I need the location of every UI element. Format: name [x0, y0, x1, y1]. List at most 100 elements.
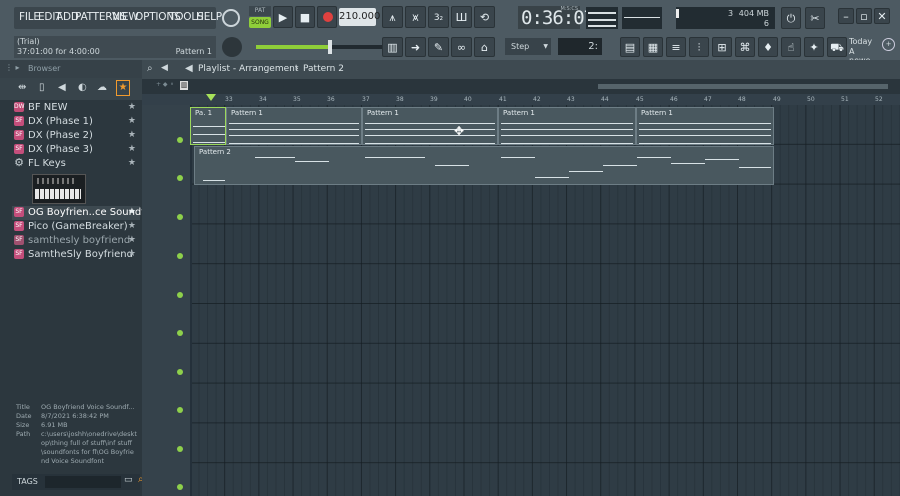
- star-icon[interactable]: ★: [128, 221, 136, 231]
- browser-item[interactable]: SF DX (Phase 1) ★: [14, 116, 140, 130]
- news-panel[interactable]: Today A newe...: [849, 37, 883, 65]
- tools-icon[interactable]: ✂: [805, 7, 825, 29]
- browser-item[interactable]: SF samthesly boyfriend ★: [14, 235, 140, 249]
- pencil-icon[interactable]: ✎: [428, 37, 449, 57]
- soundfont-icon: SF: [14, 116, 24, 126]
- timeline-ruler[interactable]: [142, 94, 900, 105]
- master-volume-knob[interactable]: [222, 9, 240, 27]
- info-date-key: Date: [16, 412, 32, 420]
- play-button[interactable]: ▶: [273, 6, 293, 28]
- track-mute-led[interactable]: [177, 175, 183, 181]
- hat-icon[interactable]: ⌂: [474, 37, 495, 57]
- mixer-icon[interactable]: ⫶: [689, 37, 709, 57]
- globe-icon[interactable]: ◐: [78, 82, 87, 93]
- clip-label: Pattern 1: [641, 109, 673, 117]
- maximize-icon[interactable]: ▫: [856, 8, 872, 24]
- horizontal-scrollbar[interactable]: [598, 84, 888, 89]
- browser-item[interactable]: DW BF NEW ★: [14, 102, 140, 116]
- song-position-marker[interactable]: [206, 94, 216, 101]
- file-icon[interactable]: ▯: [39, 82, 45, 93]
- star-icon[interactable]: ★: [128, 116, 136, 126]
- browser-item[interactable]: SF Pico (GameBreaker) ★: [14, 221, 140, 235]
- pattern-clip[interactable]: Pattern 1: [636, 107, 774, 145]
- menu-file[interactable]: FILE: [19, 11, 40, 23]
- snap-selector[interactable]: Step ▼: [505, 38, 551, 55]
- track-mute-led[interactable]: [177, 330, 183, 336]
- arrow-left-icon[interactable]: ◀: [185, 63, 193, 74]
- power-icon[interactable]: ⏻: [781, 7, 801, 29]
- track-mute-led[interactable]: [177, 484, 183, 490]
- speaker-icon[interactable]: ◀: [161, 63, 168, 73]
- track-mute-led[interactable]: [177, 253, 183, 259]
- folder-icon[interactable]: ▭: [124, 475, 133, 485]
- playlist-icon[interactable]: ▤: [620, 37, 640, 57]
- browser-item[interactable]: SF DX (Phase 2) ★: [14, 130, 140, 144]
- browser-item[interactable]: ⚙ FL Keys ★: [14, 157, 140, 172]
- touch-icon[interactable]: ☝: [781, 37, 801, 57]
- star-icon[interactable]: ★: [128, 130, 136, 140]
- speaker-icon[interactable]: ◀: [58, 82, 66, 93]
- track-mute-led[interactable]: [177, 369, 183, 375]
- link-icon[interactable]: ∞: [451, 37, 472, 57]
- plugin-picker-icon[interactable]: ⌘: [735, 37, 755, 57]
- track-mute-led[interactable]: [177, 446, 183, 452]
- star-icon[interactable]: ★: [128, 158, 136, 168]
- tempo-tapper-icon[interactable]: ✦: [804, 37, 824, 57]
- time-unit: M:S:CS: [560, 6, 578, 12]
- track-mute-led[interactable]: [177, 137, 183, 143]
- track-mute-led[interactable]: [177, 407, 183, 413]
- record-button[interactable]: [317, 6, 337, 28]
- song-mode-toggle[interactable]: SONG: [249, 17, 271, 28]
- star-icon[interactable]: ★: [128, 102, 136, 112]
- browser-icon[interactable]: ⊞: [712, 37, 732, 57]
- step-edit-icon[interactable]: Ш: [451, 6, 472, 28]
- arrow-icon[interactable]: ➜: [405, 37, 426, 57]
- time-display[interactable]: 0:36:07 M:S:CS: [518, 6, 595, 29]
- loop-record-icon[interactable]: ⟲: [474, 6, 495, 28]
- tags-input[interactable]: [45, 476, 121, 488]
- countdown-icon[interactable]: 3₂: [428, 6, 449, 28]
- shop-icon[interactable]: ⛟: [827, 37, 847, 57]
- browser-item-selected[interactable]: SF OG Boyfrien..ce Soundfont ★: [14, 207, 161, 221]
- pattern-selector[interactable]: Pattern 1: [176, 47, 212, 56]
- star-icon[interactable]: ★: [128, 144, 136, 154]
- tempo-display[interactable]: 210.000: [339, 8, 380, 26]
- pattern-clip[interactable]: Pattern 1: [226, 107, 362, 145]
- plugin-icon[interactable]: ♦: [758, 37, 778, 57]
- menu-help[interactable]: HELP: [196, 11, 222, 23]
- pattern-clip[interactable]: Pattern 1: [498, 107, 636, 145]
- pattern-clip[interactable]: Pattern 1: [362, 107, 498, 145]
- master-volume-slider[interactable]: [256, 40, 396, 54]
- pattern-clip-2[interactable]: Pattern 2: [194, 146, 774, 185]
- tags-bar: TAGS ▭ ⌕: [12, 474, 144, 490]
- favorites-icon[interactable]: ★: [116, 80, 130, 96]
- wait-input-icon[interactable]: ⩙: [405, 6, 426, 28]
- browser-toolbar: ⇹ ▯ ◀ ◐ ☁ ★: [0, 78, 142, 100]
- playlist-header: ⌕ ◀ ◀ Playlist - Arrangement › Pattern 2: [142, 60, 900, 79]
- pattern-number[interactable]: 2:: [558, 38, 602, 55]
- browser-item[interactable]: SF SamtheSly Boyfriend ★: [14, 249, 140, 263]
- channel-rack-icon[interactable]: ≡: [666, 37, 686, 57]
- close-icon[interactable]: ✕: [874, 8, 890, 24]
- ruler-number: 43: [567, 96, 575, 103]
- metronome-icon[interactable]: ⩚: [382, 6, 403, 28]
- star-icon[interactable]: ★: [128, 207, 136, 217]
- star-icon[interactable]: ★: [128, 249, 136, 259]
- add-icon[interactable]: +: [882, 38, 895, 51]
- track-mute-led[interactable]: [177, 214, 183, 220]
- piano-strip-icon[interactable]: ▥: [180, 81, 188, 90]
- master-pitch-knob[interactable]: [222, 37, 242, 57]
- cloud-icon[interactable]: ☁: [97, 82, 107, 93]
- star-icon[interactable]: ★: [128, 235, 136, 245]
- browser-item[interactable]: SF DX (Phase 3) ★: [14, 144, 140, 158]
- clip-label: Pattern 1: [367, 109, 399, 117]
- stop-button[interactable]: ■: [295, 6, 315, 28]
- zoom-icon[interactable]: ⌕: [147, 63, 153, 74]
- pat-mode-toggle[interactable]: PAT: [249, 6, 271, 16]
- track-mute-led[interactable]: [177, 292, 183, 298]
- collapse-icon[interactable]: ⇹: [18, 82, 26, 93]
- pattern-clip[interactable]: Pa. 1: [190, 107, 226, 145]
- piano-icon[interactable]: ▦: [643, 37, 663, 57]
- minimize-icon[interactable]: –: [838, 8, 854, 24]
- piano-roll-icon[interactable]: ▥: [382, 37, 403, 57]
